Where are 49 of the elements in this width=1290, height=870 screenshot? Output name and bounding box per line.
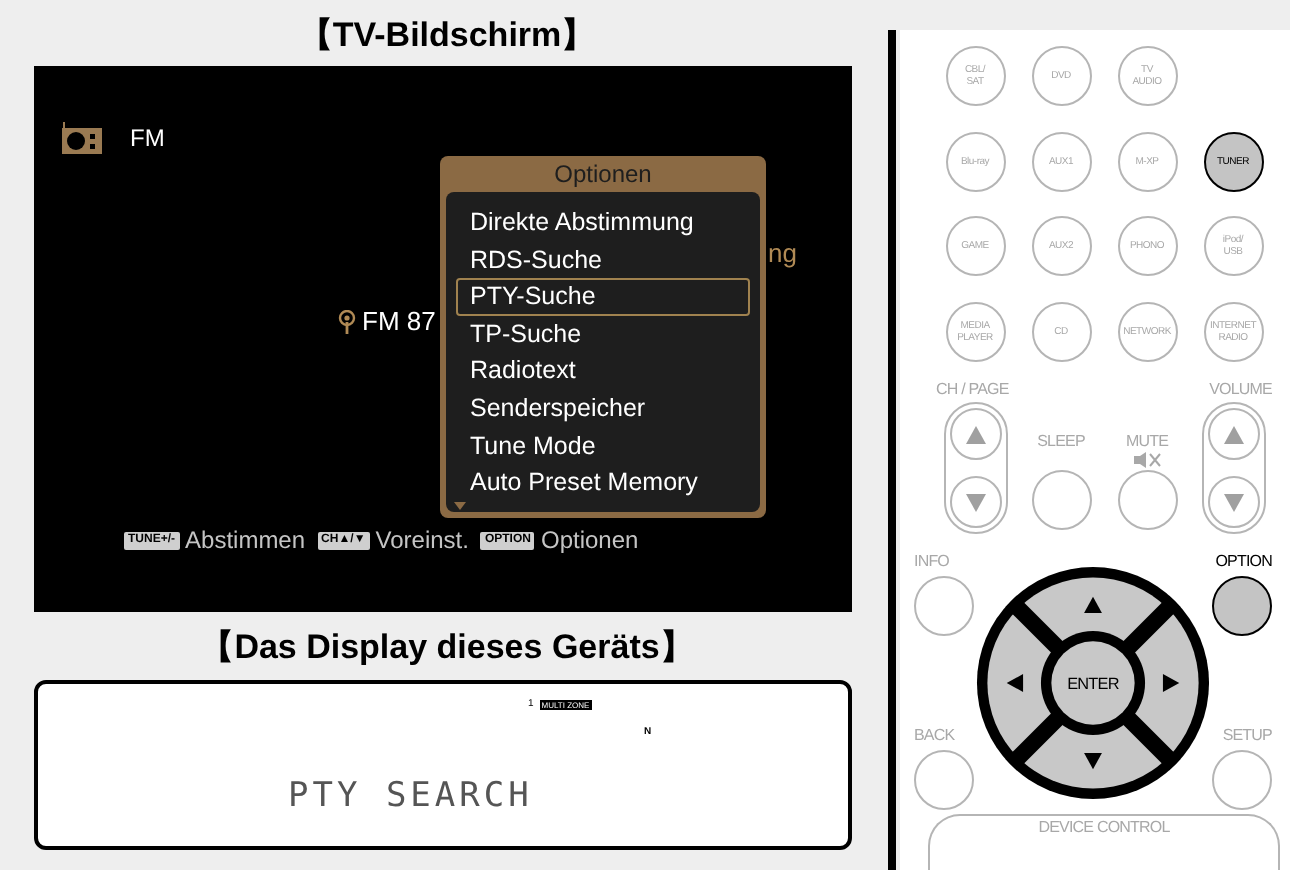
radio-icon: [62, 122, 102, 154]
station-text: ng: [768, 236, 797, 272]
mute-label: MUTE: [1125, 434, 1169, 450]
left-arrow-icon: [1006, 673, 1024, 692]
volume-label: VOLUME: [1209, 382, 1272, 398]
channel-rocker[interactable]: [943, 402, 1007, 534]
mute-button[interactable]: [1117, 470, 1177, 530]
ch-page-label: CH / PAGE: [936, 382, 1009, 398]
back-label: BACK: [914, 728, 955, 745]
section-heading: 【Das Display dieses Geräts】: [198, 626, 696, 671]
menu-item[interactable]: RDS-Suche: [456, 241, 750, 279]
up-arrow-icon: [1223, 425, 1243, 443]
hint-text: Abstimmen: [185, 524, 306, 558]
section-heading: 【TV-Bildschirm】: [296, 13, 598, 58]
option-label: OPTION: [1215, 554, 1272, 570]
menu-item[interactable]: Auto Preset Memory: [456, 464, 750, 502]
down-arrow-icon: [965, 493, 985, 511]
down-arrow-icon: [1223, 493, 1243, 511]
antenna-icon: [338, 309, 356, 334]
scroll-down-icon: [454, 502, 466, 510]
mute-icon: [1133, 452, 1161, 468]
source-label: FM: [130, 122, 165, 156]
info-button[interactable]: [914, 576, 974, 636]
up-arrow-icon: [1084, 596, 1102, 613]
info-label: INFO: [914, 554, 950, 570]
hint-text: Voreinst.: [375, 524, 469, 558]
menu-item[interactable]: Tune Mode: [456, 427, 750, 465]
device-control-label: DEVICE CONTROL: [1038, 820, 1170, 841]
menu-item[interactable]: Senderspeicher: [456, 389, 750, 428]
menu-item[interactable]: Radiotext: [456, 352, 750, 390]
menu-title: Optionen: [552, 158, 654, 192]
volume-rocker[interactable]: [1201, 402, 1265, 534]
right-arrow-icon: [1162, 673, 1180, 692]
setup-label: SETUP: [1222, 728, 1272, 745]
menu-item[interactable]: TP-Suche: [456, 315, 750, 353]
setup-button[interactable]: [1212, 750, 1272, 811]
back-button[interactable]: [914, 750, 974, 811]
menu-item[interactable]: Direkte Abstimmung: [456, 204, 750, 242]
sleep-button[interactable]: [1031, 470, 1091, 530]
frequency-text: FM 87: [362, 304, 436, 340]
direction-pad[interactable]: ENTER: [974, 563, 1212, 802]
up-arrow-icon: [965, 425, 985, 443]
option-button[interactable]: [1212, 576, 1272, 636]
down-arrow-icon: [1084, 752, 1102, 769]
display-text: PTY SEARCH: [288, 774, 533, 820]
enter-button[interactable]: ENTER: [1051, 640, 1135, 725]
menu-item[interactable]: PTY-Suche: [456, 278, 750, 316]
hint-text: Optionen: [540, 524, 639, 558]
sleep-label: SLEEP: [1037, 434, 1085, 450]
